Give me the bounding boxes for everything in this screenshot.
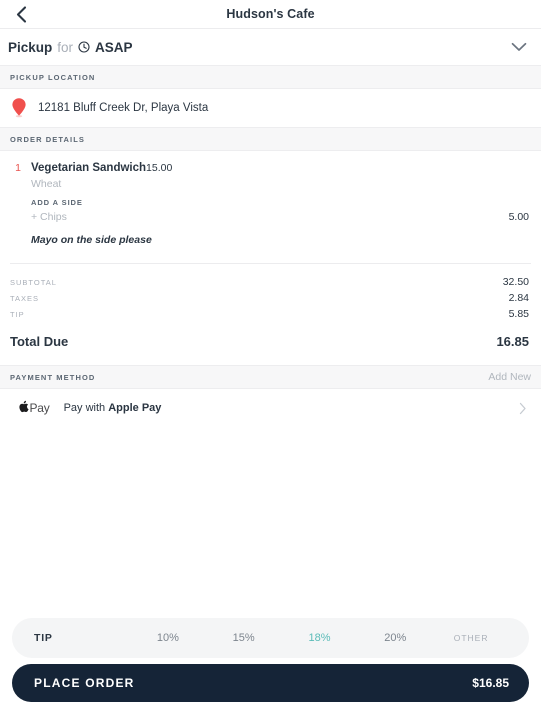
- fulfillment-row[interactable]: Pickup for ASAP: [0, 29, 541, 65]
- payment-label-strong: Apple Pay: [108, 402, 162, 414]
- section-header-pickup-location: PICKUP LOCATION: [0, 65, 541, 89]
- total-label: SUBTOTAL: [10, 277, 57, 287]
- pickup-location-row[interactable]: 12181 Bluff Creek Dr, Playa Vista: [0, 89, 541, 127]
- item-price: 15.00: [146, 162, 173, 174]
- item-modifier-price: 5.00: [508, 211, 529, 223]
- item-name-price-line: Vegetarian Sandwich 15.00: [31, 161, 529, 176]
- section-title: PAYMENT METHOD: [10, 372, 96, 382]
- apple-logo-icon: [18, 400, 29, 416]
- place-order-button[interactable]: PLACE ORDER $16.85: [12, 664, 529, 702]
- total-value: 32.50: [502, 276, 529, 288]
- order-totals: SUBTOTAL 32.50 TAXES 2.84 TIP 5.85 Total…: [0, 264, 541, 349]
- place-order-wrapper: PLACE ORDER $16.85: [0, 664, 541, 712]
- place-order-label: PLACE ORDER: [34, 676, 135, 690]
- item-modifier-line: + Chips 5.00: [31, 209, 529, 225]
- total-due-label: Total Due: [10, 334, 69, 349]
- page-title: Hudson's Cafe: [226, 7, 315, 21]
- tip-option-10[interactable]: 10%: [130, 632, 206, 644]
- total-line-taxes: TAXES 2.84: [10, 290, 529, 306]
- section-title: PICKUP LOCATION: [10, 72, 96, 82]
- total-value: 2.84: [508, 292, 529, 304]
- tip-option-20[interactable]: 20%: [357, 632, 433, 644]
- fulfillment-summary: Pickup for ASAP: [8, 40, 133, 55]
- item-modifier-group-label: ADD A SIDE: [31, 198, 83, 207]
- map-pin-icon: [10, 97, 28, 119]
- item-option: Wheat: [31, 178, 62, 190]
- order-items-list: 1 Vegetarian Sandwich 15.00 Wheat ADD A …: [0, 151, 541, 247]
- tip-selector-wrapper: TIP 10% 15% 18% 20% OTHER: [0, 618, 541, 664]
- clock-icon: [78, 41, 90, 53]
- tip-option-18[interactable]: 18%: [282, 632, 358, 644]
- chevron-down-icon[interactable]: [511, 42, 527, 52]
- item-modifier-name: + Chips: [31, 211, 67, 223]
- total-label: TIP: [10, 309, 25, 319]
- item-details: Vegetarian Sandwich 15.00 Wheat ADD A SI…: [28, 161, 529, 247]
- item-name: Vegetarian Sandwich: [31, 162, 147, 174]
- total-due-row: Total Due 16.85: [10, 334, 529, 349]
- total-due-value: 16.85: [496, 334, 529, 349]
- pickup-address: 12181 Bluff Creek Dr, Playa Vista: [38, 102, 209, 114]
- fulfillment-connector: for: [57, 39, 74, 55]
- order-item-row[interactable]: 1 Vegetarian Sandwich 15.00 Wheat ADD A …: [8, 161, 529, 247]
- tip-option-other[interactable]: OTHER: [433, 633, 509, 643]
- total-value: 5.85: [508, 308, 529, 320]
- apple-pay-wordmark: Pay: [29, 401, 50, 415]
- section-header-order-details: ORDER DETAILS: [0, 127, 541, 151]
- item-special-instructions: Mayo on the side please: [31, 234, 152, 246]
- payment-label-prefix: Pay with: [63, 402, 109, 414]
- chevron-left-icon: [16, 5, 27, 23]
- chevron-right-icon[interactable]: [519, 402, 527, 415]
- total-label: TAXES: [10, 293, 40, 303]
- add-new-payment-button[interactable]: Add New: [488, 371, 531, 383]
- place-order-total: $16.85: [472, 676, 509, 690]
- fulfillment-method: Pickup: [8, 39, 53, 55]
- apple-pay-logo: Pay: [18, 400, 50, 416]
- payment-method-label: Pay with Apple Pay: [64, 402, 162, 414]
- total-line-tip: TIP 5.85: [10, 306, 529, 322]
- section-header-payment-method: PAYMENT METHOD Add New: [0, 365, 541, 389]
- fulfillment-time: ASAP: [95, 39, 133, 55]
- navigation-bar: Hudson's Cafe: [0, 0, 541, 28]
- total-line-subtotal: SUBTOTAL 32.50: [10, 274, 529, 290]
- section-title: ORDER DETAILS: [10, 134, 85, 144]
- tip-selector: TIP 10% 15% 18% 20% OTHER: [12, 618, 529, 658]
- tip-option-15[interactable]: 15%: [206, 632, 282, 644]
- item-quantity: 1: [15, 162, 21, 174]
- checkout-screen: Hudson's Cafe Pickup for ASAP PICKUP LOC…: [0, 0, 541, 712]
- back-button[interactable]: [6, 0, 36, 28]
- payment-method-row[interactable]: Pay Pay with Apple Pay: [0, 389, 541, 427]
- tip-selector-label: TIP: [34, 632, 53, 644]
